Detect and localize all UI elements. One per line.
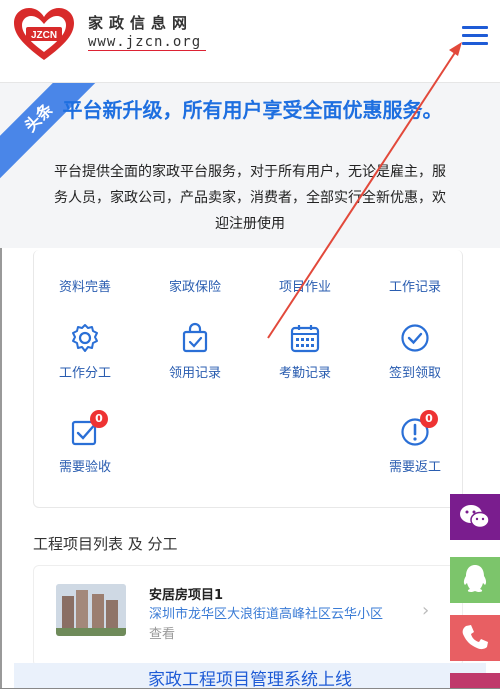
annotation-arrow-icon (267, 42, 462, 339)
